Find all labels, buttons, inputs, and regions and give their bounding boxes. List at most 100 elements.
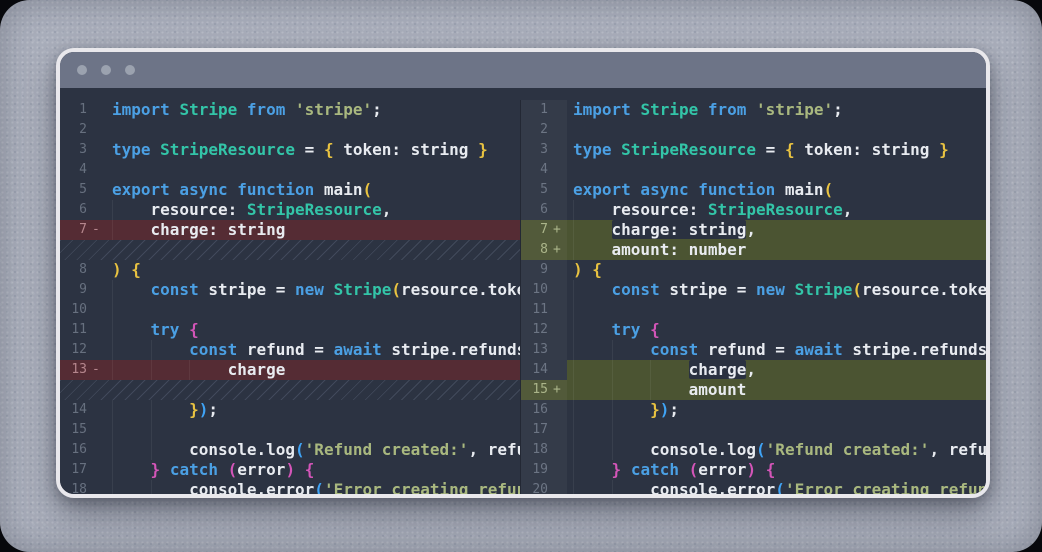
code-token: await — [795, 340, 843, 359]
code-line: 10 — [60, 300, 520, 320]
code-token: , refund.id); — [468, 440, 520, 459]
code-token: import — [112, 100, 179, 119]
line-number: 17 — [60, 460, 87, 480]
line-number: 9 — [60, 280, 87, 300]
code-token: stripe.refunds.create({ — [843, 340, 986, 359]
code-line: 8 ) { — [60, 260, 520, 280]
code-token — [573, 320, 612, 339]
line-gutter: 17 — [60, 460, 106, 480]
line-number: 8 — [60, 260, 87, 280]
indent-guide — [573, 200, 574, 220]
code-token: { — [766, 460, 776, 479]
window-titlebar[interactable] — [60, 52, 986, 88]
code-token: ( — [756, 440, 766, 459]
code-line: 3type StripeResource = { token: string } — [521, 140, 986, 160]
code-text: charge — [106, 360, 520, 380]
diff-marker — [87, 320, 106, 340]
diff-marker — [548, 420, 567, 440]
code-text: try { — [106, 320, 520, 340]
code-token: ; — [833, 100, 843, 119]
code-token: refund = — [237, 340, 333, 359]
code-text: try { — [567, 320, 986, 340]
code-token: export async function — [573, 180, 785, 199]
line-gutter: 12 — [60, 340, 106, 360]
code-token — [573, 460, 612, 479]
code-token: StripeResource — [247, 200, 382, 219]
diff-marker — [87, 120, 106, 140]
code-text: } catch (error) { — [106, 460, 520, 480]
diff-marker — [548, 180, 567, 200]
code-text — [567, 120, 986, 140]
code-token — [179, 320, 189, 339]
diff-pane-original[interactable]: 1import Stripe from 'stripe';23type Stri… — [60, 100, 520, 494]
line-number: 6 — [521, 200, 548, 220]
code-token: from — [698, 100, 756, 119]
line-number: 4 — [521, 160, 548, 180]
indent-guide — [573, 480, 574, 494]
indent-guide — [112, 460, 113, 480]
code-token — [112, 280, 151, 299]
line-number: 7 — [60, 220, 87, 240]
line-number: 11 — [60, 320, 87, 340]
line-gutter: 7- — [60, 220, 106, 240]
diff-marker — [548, 460, 567, 480]
code-token: = — [295, 140, 324, 159]
indent-guide — [650, 360, 651, 380]
code-token — [640, 320, 650, 339]
line-number: 8 — [521, 240, 548, 260]
code-token: refund = — [698, 340, 794, 359]
code-token: from — [237, 100, 295, 119]
indent-guide — [112, 400, 113, 420]
code-text — [106, 420, 520, 440]
code-token: } — [189, 400, 199, 419]
line-gutter: 3 — [60, 140, 106, 160]
diff-marker — [87, 340, 106, 360]
code-token: StripeResource — [160, 140, 295, 159]
code-text — [106, 300, 520, 320]
code-token: ( — [775, 480, 785, 494]
code-token: ; — [669, 400, 679, 419]
diff-marker — [87, 200, 106, 220]
indent-guide — [573, 240, 574, 260]
code-line: 20 console.error('Error creating refund:… — [521, 480, 986, 494]
window-control-dot-3[interactable] — [125, 65, 135, 75]
indent-guide — [112, 340, 113, 360]
line-gutter: 20 — [521, 480, 567, 494]
indent-guide — [573, 440, 574, 460]
code-token — [295, 460, 305, 479]
indent-guide — [189, 360, 190, 380]
diff-pane-modified[interactable]: 1import Stripe from 'stripe';23type Stri… — [520, 100, 986, 494]
code-text: }); — [567, 400, 986, 420]
indent-guide — [612, 400, 613, 420]
line-number: 3 — [60, 140, 87, 160]
window-control-dot-2[interactable] — [101, 65, 111, 75]
code-token: 'stripe' — [295, 100, 372, 119]
code-line: 18 console.log('Refund created:', refund… — [521, 440, 986, 460]
diff-gap-row — [60, 240, 520, 260]
code-token: charge — [112, 360, 285, 379]
code-line: 12 const refund = await stripe.refunds.c… — [60, 340, 520, 360]
indent-guide — [112, 280, 113, 300]
screenshot-canvas: 1import Stripe from 'stripe';23type Stri… — [0, 0, 1042, 552]
indent-guide — [612, 440, 613, 460]
diff-marker — [87, 180, 106, 200]
code-token — [112, 320, 151, 339]
code-line: 15+ amount — [521, 380, 986, 400]
line-number: 18 — [60, 480, 87, 494]
code-text: ) { — [106, 260, 520, 280]
code-token: type — [112, 140, 160, 159]
code-token: stripe = — [199, 280, 295, 299]
window-control-dot-1[interactable] — [77, 65, 87, 75]
code-token: stripe.refunds.create({ — [382, 340, 520, 359]
code-text: console.log('Refund created:', refund.id… — [567, 440, 986, 460]
code-token: 'Error creating refund:' — [785, 480, 986, 494]
line-gutter: 18 — [521, 440, 567, 460]
code-line: 8+ amount: number — [521, 240, 986, 260]
code-token: new — [756, 280, 785, 299]
code-token: } — [612, 460, 622, 479]
code-token: Stripe — [334, 280, 392, 299]
line-number: 5 — [521, 180, 548, 200]
code-token: ( — [852, 280, 862, 299]
code-text: console.log('Refund created:', refund.id… — [106, 440, 520, 460]
code-line: 14 charge, — [521, 360, 986, 380]
